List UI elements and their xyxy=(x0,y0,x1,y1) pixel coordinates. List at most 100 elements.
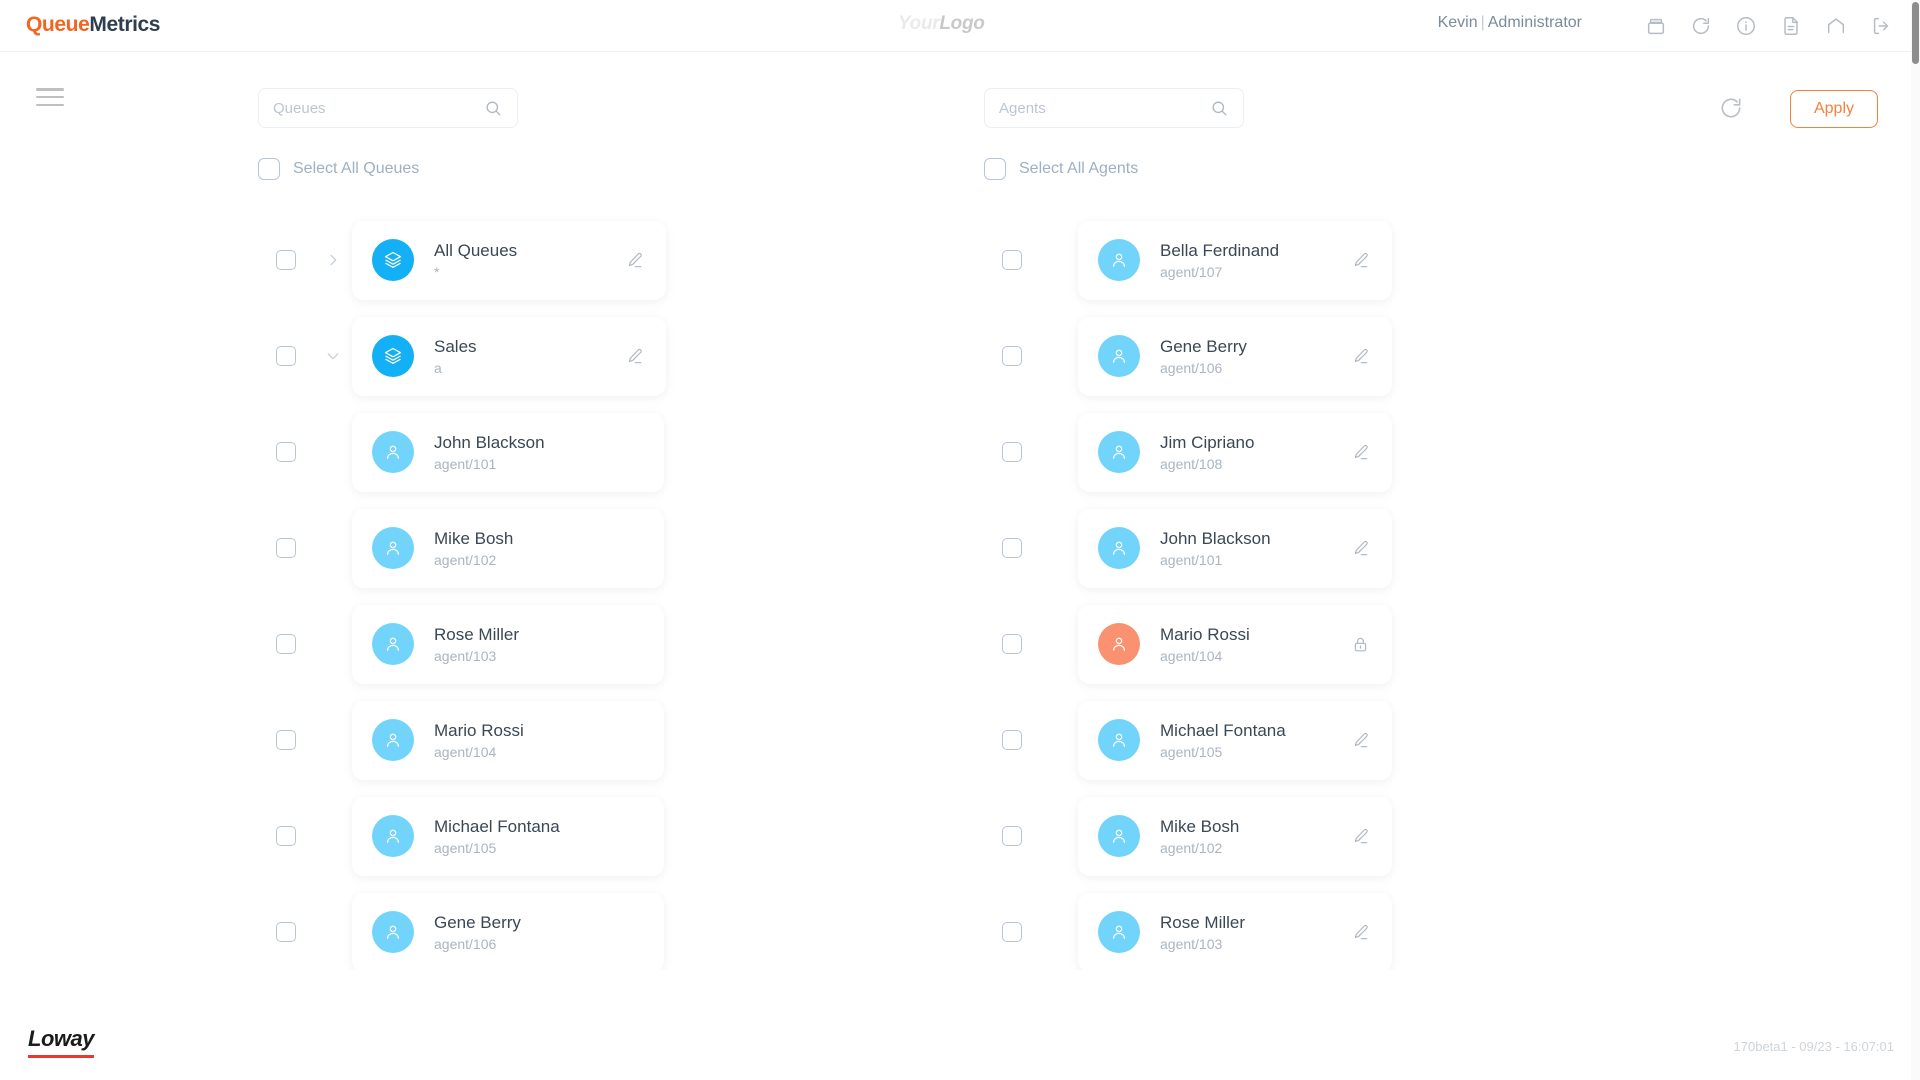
refresh-icon[interactable] xyxy=(1690,15,1712,37)
agent-key: agent/101 xyxy=(434,456,497,473)
agent-checkbox[interactable] xyxy=(1002,634,1022,654)
apply-button[interactable]: Apply xyxy=(1790,90,1878,128)
lock-icon[interactable] xyxy=(1351,635,1370,654)
edit-icon[interactable] xyxy=(1351,923,1370,942)
edit-icon[interactable] xyxy=(625,347,644,366)
queue-checkbox[interactable] xyxy=(276,346,296,366)
home-icon[interactable] xyxy=(1825,15,1847,37)
agent-row[interactable]: Jim Cipriano agent/108 xyxy=(984,404,1624,500)
agent-checkbox[interactable] xyxy=(1002,826,1022,846)
agent-row[interactable]: Mike Bosh agent/102 xyxy=(258,500,898,596)
agent-card[interactable]: Michael Fontana agent/105 xyxy=(1078,700,1392,780)
agent-row[interactable]: John Blackson agent/101 xyxy=(258,404,898,500)
agent-row[interactable]: Michael Fontana agent/105 xyxy=(984,692,1624,788)
agent-key: agent/105 xyxy=(1160,744,1223,761)
agent-card[interactable]: Gene Berry agent/106 xyxy=(352,892,664,970)
chevron-down-icon[interactable] xyxy=(314,348,352,364)
archive-icon[interactable] xyxy=(1645,15,1667,37)
queue-key: a xyxy=(434,360,442,377)
agents-search-box[interactable] xyxy=(984,88,1244,128)
agent-name: John Blackson xyxy=(434,432,545,452)
edit-icon[interactable] xyxy=(1351,443,1370,462)
queues-search-input[interactable] xyxy=(273,99,484,117)
person-icon xyxy=(1098,719,1140,761)
agent-checkbox[interactable] xyxy=(276,538,296,558)
queue-row[interactable]: Sales a xyxy=(258,308,898,404)
agent-checkbox[interactable] xyxy=(1002,346,1022,366)
agent-checkbox[interactable] xyxy=(1002,442,1022,462)
agent-checkbox[interactable] xyxy=(276,922,296,942)
logout-icon[interactable] xyxy=(1870,15,1892,37)
agent-card[interactable]: John Blackson agent/101 xyxy=(1078,508,1392,588)
agent-checkbox[interactable] xyxy=(1002,730,1022,750)
agent-key: agent/103 xyxy=(434,648,497,665)
edit-icon[interactable] xyxy=(1351,251,1370,270)
card-texts: Rose Miller agent/103 xyxy=(434,624,642,664)
agent-key: agent/105 xyxy=(434,840,497,857)
agent-card[interactable]: Michael Fontana agent/105 xyxy=(352,796,664,876)
queue-card[interactable]: All Queues * xyxy=(352,220,666,300)
app-footer: Loway 170beta1 - 09/23 - 16:07:01 xyxy=(0,1006,1920,1080)
build-info: 170beta1 - 09/23 - 16:07:01 xyxy=(1733,1039,1894,1054)
agent-card[interactable]: John Blackson agent/101 xyxy=(352,412,664,492)
agent-row[interactable]: Rose Miller agent/103 xyxy=(258,596,898,692)
edit-icon[interactable] xyxy=(1351,731,1370,750)
agent-card[interactable]: Mike Bosh agent/102 xyxy=(1078,796,1392,876)
agent-checkbox[interactable] xyxy=(1002,922,1022,942)
agent-row[interactable]: John Blackson agent/101 xyxy=(984,500,1624,596)
agent-row[interactable]: Mike Bosh agent/102 xyxy=(984,788,1624,884)
chevron-right-icon[interactable] xyxy=(314,252,352,268)
document-icon[interactable] xyxy=(1780,15,1802,37)
row-checkbox-wrap xyxy=(984,634,1040,654)
queue-row[interactable]: All Queues * xyxy=(258,212,898,308)
agent-row[interactable]: Gene Berry agent/106 xyxy=(984,308,1624,404)
refresh-selection-icon[interactable] xyxy=(1718,95,1744,121)
edit-icon[interactable] xyxy=(625,251,644,270)
agent-card[interactable]: Mike Bosh agent/102 xyxy=(352,508,664,588)
edit-icon[interactable] xyxy=(1351,539,1370,558)
agent-card[interactable]: Mario Rossi agent/104 xyxy=(352,700,664,780)
select-all-agents-row[interactable]: Select All Agents xyxy=(984,158,1138,180)
agent-row[interactable]: Gene Berry agent/106 xyxy=(258,884,898,970)
card-texts: Jim Cipriano agent/108 xyxy=(1160,432,1351,472)
agent-row[interactable]: Bella Ferdinand agent/107 xyxy=(984,212,1624,308)
agent-row[interactable]: Michael Fontana agent/105 xyxy=(258,788,898,884)
agent-checkbox[interactable] xyxy=(276,826,296,846)
agent-name: Rose Miller xyxy=(1160,912,1246,932)
agent-name: Jim Cipriano xyxy=(1160,432,1255,452)
queues-search-box[interactable] xyxy=(258,88,518,128)
agent-card[interactable]: Jim Cipriano agent/108 xyxy=(1078,412,1392,492)
person-icon xyxy=(372,815,414,857)
agent-card[interactable]: Rose Miller agent/103 xyxy=(352,604,664,684)
info-icon[interactable] xyxy=(1735,15,1757,37)
agent-name: Michael Fontana xyxy=(434,816,560,836)
select-all-agents-checkbox[interactable] xyxy=(984,158,1006,180)
app-header: QueueMetrics YourLogo Kevin | Administrato… xyxy=(0,0,1920,52)
row-checkbox-wrap xyxy=(984,250,1040,270)
edit-icon[interactable] xyxy=(1351,347,1370,366)
agent-card[interactable]: Bella Ferdinand agent/107 xyxy=(1078,220,1392,300)
select-all-queues-row[interactable]: Select All Queues xyxy=(258,158,419,180)
queue-checkbox[interactable] xyxy=(276,250,296,270)
agent-card[interactable]: Mario Rossi agent/104 xyxy=(1078,604,1392,684)
select-all-queues-checkbox[interactable] xyxy=(258,158,280,180)
agent-checkbox[interactable] xyxy=(276,730,296,750)
agent-checkbox[interactable] xyxy=(276,634,296,654)
agent-card[interactable]: Rose Miller agent/103 xyxy=(1078,892,1392,970)
agent-card[interactable]: Gene Berry agent/106 xyxy=(1078,316,1392,396)
card-texts: Mario Rossi agent/104 xyxy=(434,720,642,760)
menu-toggle-icon[interactable] xyxy=(36,88,64,106)
agent-checkbox[interactable] xyxy=(276,442,296,462)
agent-row[interactable]: Mario Rossi agent/104 xyxy=(984,596,1624,692)
queue-card[interactable]: Sales a xyxy=(352,316,666,396)
agent-checkbox[interactable] xyxy=(1002,538,1022,558)
user-identity[interactable]: Kevin | Administrator xyxy=(1438,14,1582,32)
agent-checkbox[interactable] xyxy=(1002,250,1022,270)
agent-row[interactable]: Rose Miller agent/103 xyxy=(984,884,1624,970)
edit-icon[interactable] xyxy=(1351,827,1370,846)
scrollbar-thumb[interactable] xyxy=(1912,2,1919,64)
agents-search-input[interactable] xyxy=(999,99,1210,117)
agent-row[interactable]: Mario Rossi agent/104 xyxy=(258,692,898,788)
row-checkbox-wrap xyxy=(258,442,314,462)
page-scrollbar[interactable] xyxy=(1911,0,1920,1080)
